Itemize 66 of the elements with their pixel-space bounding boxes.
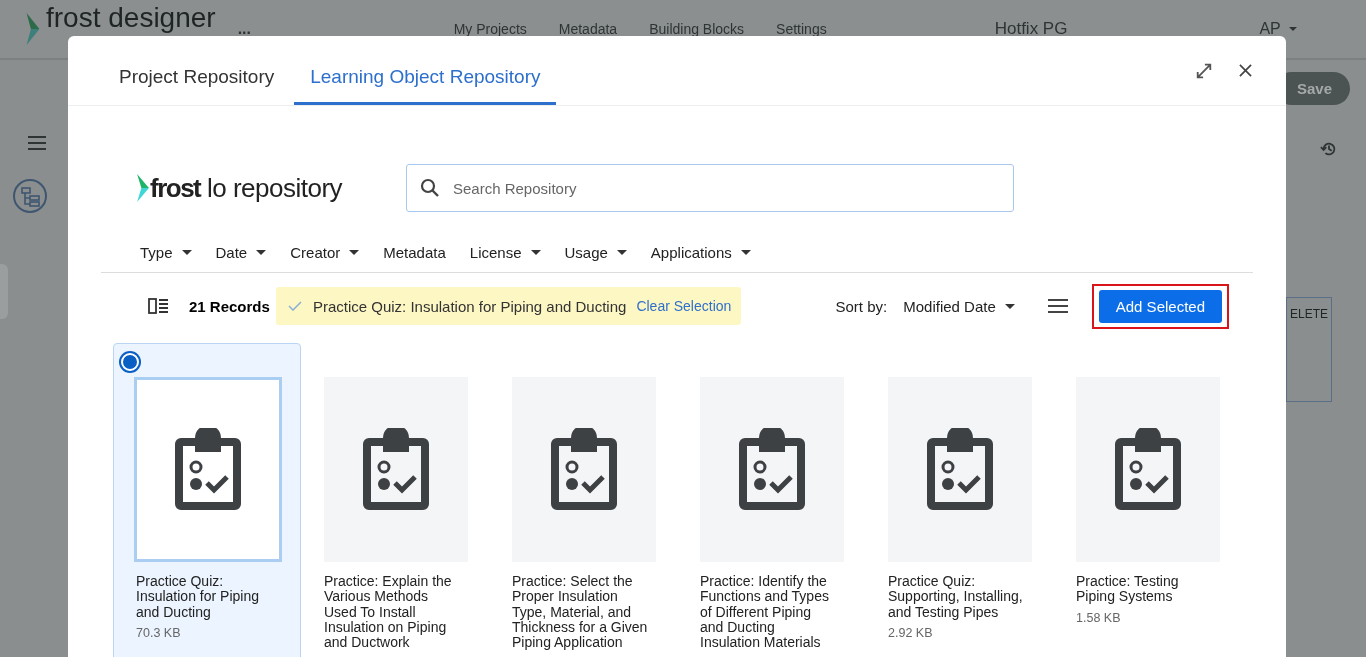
item-size: 70.3 KB (136, 625, 181, 640)
nav-link[interactable]: Building Blocks (649, 21, 745, 37)
caret-icon (1288, 27, 1297, 31)
nav-link[interactable]: Settings (776, 21, 827, 37)
filter-dropdown[interactable]: Creator (290, 243, 360, 261)
project-name: Hotfix PG (994, 19, 1068, 39)
history-icon[interactable] (1320, 140, 1338, 158)
clipboard-quiz-icon (361, 427, 431, 512)
clipboard-quiz-icon (925, 427, 995, 512)
caret-icon (181, 249, 192, 255)
delete-button[interactable]: ELETE (1286, 297, 1332, 402)
item-size: 1.58 KB (1076, 610, 1121, 625)
radio-button[interactable] (121, 353, 139, 371)
filter-dropdown[interactable]: Metadata (383, 243, 446, 261)
repository-item-card[interactable]: Practice Quiz: Supporting, Installing, and Testing Pipes 2.92 KB (865, 343, 1053, 657)
caret-icon (616, 249, 627, 255)
repository-item-card[interactable]: Practice: Select the Proper Insulation Type, Material, and Thickness for a Given Piping Application (489, 343, 677, 657)
caret-icon (740, 249, 751, 255)
caret-icon (256, 249, 267, 255)
repository-item-card[interactable]: Practice: Explain the Various Methods Used To Install Insulation on Piping and Ductwork (301, 343, 489, 657)
search-field[interactable]: Search Repository (406, 164, 1014, 212)
nav-link[interactable]: Metadata (558, 21, 618, 37)
filter-dropdown[interactable]: Date (215, 243, 267, 261)
filter-dropdown[interactable]: Usage (564, 243, 627, 261)
search-icon (420, 178, 440, 198)
record-count: 21 Records (189, 297, 270, 315)
chevron-logo-icon (137, 174, 149, 202)
app-logo-text: frost designer (46, 3, 216, 33)
panel-toggle-icon[interactable] (148, 298, 168, 314)
tab[interactable]: Learning Object Repository (294, 36, 557, 105)
user-menu[interactable]: AP (1259, 20, 1297, 38)
item-title: Practice: Select the Proper Insulation Type, Material, and Thickness for a Given Piping Application (512, 574, 649, 651)
item-title: Practice Quiz: Insulation for Piping and Ducting (136, 574, 260, 620)
more-menu[interactable]: ... (237, 20, 454, 38)
clipboard-quiz-icon (173, 427, 243, 512)
caret-icon (349, 249, 360, 255)
selection-title: Practice Quiz: Insulation for Piping and Ducting (312, 297, 627, 315)
expand-icon[interactable] (1195, 61, 1213, 80)
item-title: Practice Quiz: Supporting, Installing, and Testing Pipes (888, 574, 1024, 620)
repository-logo-text: frost lo repository (150, 172, 344, 204)
caret-icon (1004, 303, 1015, 309)
item-title: Practice: Explain the Various Methods Used To Install Insulation on Piping and Ductwork (324, 574, 453, 651)
check-icon (287, 301, 302, 311)
repository-item-card[interactable]: Practice: Testing Piping Systems 1.58 KB (1053, 343, 1241, 657)
filter-dropdown[interactable]: Applications (650, 243, 751, 261)
repository-item-card[interactable]: Practice Quiz: Insulation for Piping and Ducting 70.3 KB (113, 343, 301, 657)
item-size: 2.92 KB (888, 625, 933, 640)
caret-icon (530, 249, 541, 255)
clear-selection-link[interactable]: Clear Selection (636, 298, 732, 314)
sort-dropdown[interactable]: Modified Date (903, 297, 1015, 315)
clipboard-quiz-icon (549, 427, 619, 512)
filter-dropdown[interactable]: License (469, 243, 541, 261)
clipboard-quiz-icon (737, 427, 807, 512)
add-selected-button[interactable]: Add Selected (1098, 289, 1222, 323)
close-icon[interactable] (1239, 64, 1252, 77)
tab[interactable]: Project Repository (103, 36, 291, 105)
sort-label: Sort by: (835, 297, 888, 315)
menu-icon[interactable] (28, 136, 46, 150)
item-title: Practice: Testing Piping Systems (1076, 574, 1180, 605)
chevron-logo-icon (26, 13, 40, 45)
item-title: Practice: Identify the Functions and Types of Different Piping and Ducting Insulation Materials (700, 574, 830, 651)
list-view-icon[interactable] (1047, 299, 1068, 313)
repository-item-card[interactable]: Practice: Identify the Functions and Types of Different Piping and Ducting Insulation Materials (677, 343, 865, 657)
nav-link[interactable]: My Projects (453, 21, 527, 37)
filter-dropdown[interactable]: Type (140, 243, 192, 261)
clipboard-quiz-icon (1113, 427, 1183, 512)
